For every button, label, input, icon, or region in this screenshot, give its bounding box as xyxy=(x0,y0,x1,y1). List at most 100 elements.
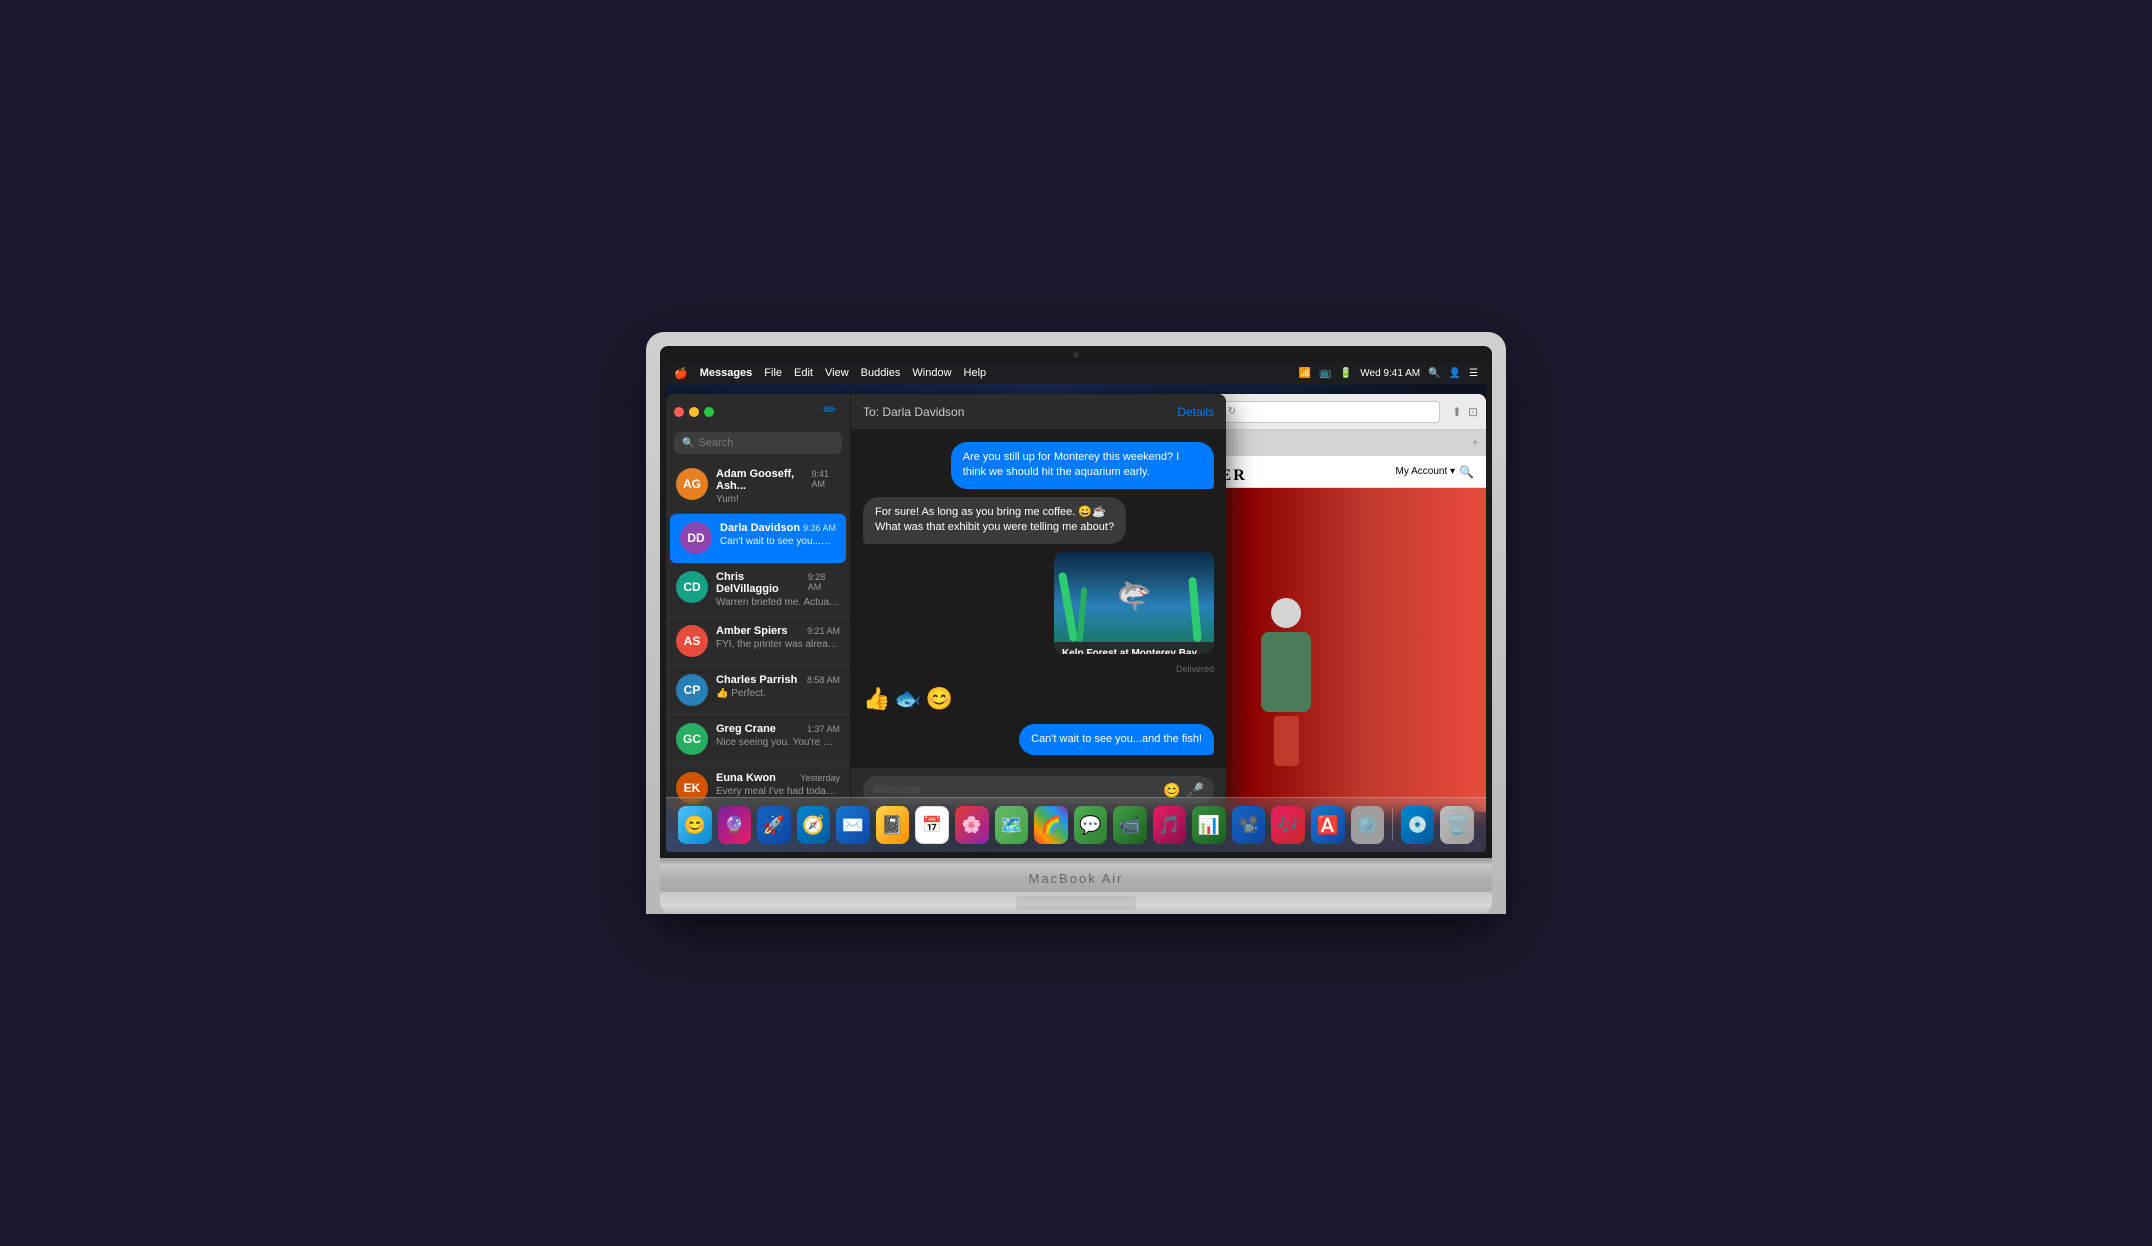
delivered-status: Delivered xyxy=(863,664,1214,674)
battery-icon: 🔋 xyxy=(1340,368,1352,379)
avatar: GC xyxy=(676,723,708,755)
dock-mail[interactable]: ✉️ xyxy=(836,806,870,844)
search-icon[interactable]: 🔍 xyxy=(1459,465,1474,479)
compose-button[interactable]: ✏ xyxy=(818,398,842,422)
dock-siri[interactable]: 🔮 xyxy=(718,806,752,844)
avatar: CD xyxy=(676,571,708,603)
search-input-wrap[interactable]: 🔍 Search xyxy=(674,432,842,454)
my-account-btn[interactable]: My Account ▾ 🔍 xyxy=(1396,465,1474,479)
messages-minimize[interactable] xyxy=(689,407,699,417)
list-item[interactable]: DD Darla Davidson 9:36 AM Can't wait to … xyxy=(670,514,846,563)
dock-itunes[interactable]: 🎵 xyxy=(1153,806,1187,844)
conv-name: Greg Crane xyxy=(716,723,776,735)
menu-window[interactable]: Window xyxy=(912,367,951,379)
clock: Wed 9:41 AM xyxy=(1360,368,1420,379)
camera xyxy=(1073,352,1079,358)
conv-time: 9:21 AM xyxy=(807,626,840,636)
messages-traffic-lights xyxy=(674,401,714,419)
conv-header: Greg Crane 1:37 AM xyxy=(716,723,840,735)
conv-time: 9:36 AM xyxy=(803,523,836,533)
search-bar: 🔍 Search xyxy=(666,426,850,460)
menu-help[interactable]: Help xyxy=(964,367,987,379)
search-icon[interactable]: 🔍 xyxy=(1428,368,1440,379)
menu-edit[interactable]: Edit xyxy=(794,367,813,379)
messages-close[interactable] xyxy=(674,407,684,417)
dock-notes[interactable]: 📓 xyxy=(876,806,910,844)
dock-photos2[interactable]: 🌈 xyxy=(1034,806,1068,844)
avatar: DD xyxy=(680,522,712,554)
chat-to-label: To: Darla Davidson xyxy=(863,405,964,419)
avatar: AG xyxy=(676,468,708,500)
list-item[interactable]: GC Greg Crane 1:37 AM Nice seeing you. Y… xyxy=(666,715,850,764)
avatar: AS xyxy=(676,625,708,657)
safari-actions: ⬆ ⊡ xyxy=(1452,405,1478,419)
dock-calendar[interactable]: 📅 xyxy=(915,806,949,844)
list-item[interactable]: AG Adam Gooseff, Ash... 9:41 AM Yum! xyxy=(666,460,850,514)
message-bubble-reply: Can't wait to see you...and the fish! xyxy=(1019,724,1214,755)
conv-name: Euna Kwon xyxy=(716,772,776,784)
conv-header: Charles Parrish 8:58 AM xyxy=(716,674,840,686)
wifi-icon: 📶 xyxy=(1299,368,1311,379)
dock-music[interactable]: 🎶 xyxy=(1271,806,1305,844)
dock-settings[interactable]: ⚙️ xyxy=(1351,806,1385,844)
search-icon: 🔍 xyxy=(682,438,694,449)
input-actions: 😊 🎤 xyxy=(1163,782,1204,799)
messages-header-row: ✏ xyxy=(666,394,850,426)
conv-time: 1:37 AM xyxy=(807,724,840,734)
dock-appstore[interactable]: 🅰️ xyxy=(1311,806,1345,844)
dock-maps[interactable]: 🗺️ xyxy=(995,806,1029,844)
details-button[interactable]: Details xyxy=(1177,405,1214,419)
conv-time: Yesterday xyxy=(800,773,840,783)
laptop-model-label: MacBook Air xyxy=(660,864,1492,892)
conv-preview: Can't wait to see you...and the fish! xyxy=(720,536,836,547)
search-placeholder: Search xyxy=(698,437,733,449)
message-bubble-sent: Are you still up for Monterey this weeke… xyxy=(951,442,1214,489)
conv-name: Darla Davidson xyxy=(720,522,800,534)
dock-messages[interactable]: 💬 xyxy=(1074,806,1108,844)
dock-safari[interactable]: 🧭 xyxy=(797,806,831,844)
new-tab-icon[interactable]: ⊡ xyxy=(1468,405,1478,419)
dock-unknown[interactable]: 💿 xyxy=(1401,806,1435,844)
laptop-base xyxy=(660,892,1492,914)
dock-facetime[interactable]: 📹 xyxy=(1113,806,1147,844)
dock-finder[interactable]: 😊 xyxy=(678,806,712,844)
app-name[interactable]: Messages xyxy=(700,367,753,379)
dock-keynote[interactable]: 📽️ xyxy=(1232,806,1266,844)
conv-time: 8:58 AM xyxy=(807,675,840,685)
menu-file[interactable]: File xyxy=(764,367,782,379)
user-icon[interactable]: 👤 xyxy=(1449,368,1461,379)
conv-time: 9:28 AM xyxy=(808,572,840,592)
avatar: CP xyxy=(676,674,708,706)
new-tab-btn[interactable]: + xyxy=(1472,438,1478,449)
list-item[interactable]: CD Chris DelVillaggio 9:28 AM Warren bri… xyxy=(666,563,850,617)
list-item[interactable]: AS Amber Spiers 9:21 AM FYI, the printer… xyxy=(666,617,850,666)
emoji-icon[interactable]: 😊 xyxy=(1163,782,1180,799)
conv-header: Chris DelVillaggio 9:28 AM xyxy=(716,571,840,595)
conversation-content: Adam Gooseff, Ash... 9:41 AM Yum! xyxy=(716,468,840,505)
conv-header: Adam Gooseff, Ash... 9:41 AM xyxy=(716,468,840,492)
menu-view[interactable]: View xyxy=(825,367,849,379)
messages-maximize[interactable] xyxy=(704,407,714,417)
dock-trash[interactable]: 🗑️ xyxy=(1440,806,1474,844)
apple-menu[interactable]: 🍎 xyxy=(674,367,688,380)
list-icon[interactable]: ☰ xyxy=(1469,368,1478,379)
dock-photos[interactable]: 🌸 xyxy=(955,806,989,844)
list-item[interactable]: CP Charles Parrish 8:58 AM 👍 Perfect. xyxy=(666,666,850,715)
conv-preview: Every meal I've had today was delicious.… xyxy=(716,786,840,797)
chat-header: To: Darla Davidson Details xyxy=(851,394,1226,430)
menu-buddies[interactable]: Buddies xyxy=(861,367,901,379)
link-preview-image: 🦈 xyxy=(1054,552,1214,642)
messages-window[interactable]: ✏ 🔍 Search xyxy=(666,394,1226,812)
dock-numbers[interactable]: 📊 xyxy=(1192,806,1226,844)
dock-separator xyxy=(1392,809,1393,841)
reload-icon[interactable]: ↻ xyxy=(1228,406,1236,417)
link-preview-card[interactable]: 🦈 Kelp Forest at Monterey Bay Aquarium w… xyxy=(1054,552,1214,654)
conv-preview: FYI, the printer was already jammed when… xyxy=(716,639,840,650)
share-icon[interactable]: ⬆ xyxy=(1452,405,1462,419)
menubar: 🍎 Messages File Edit View Buddies Window… xyxy=(666,362,1486,384)
microphone-icon[interactable]: 🎤 xyxy=(1187,782,1204,799)
message-bubble-received: For sure! As long as you bring me coffee… xyxy=(863,497,1126,544)
trackpad[interactable] xyxy=(1016,896,1136,910)
dock-launchpad[interactable]: 🚀 xyxy=(757,806,791,844)
emoji-smile: 😊 xyxy=(926,686,953,712)
